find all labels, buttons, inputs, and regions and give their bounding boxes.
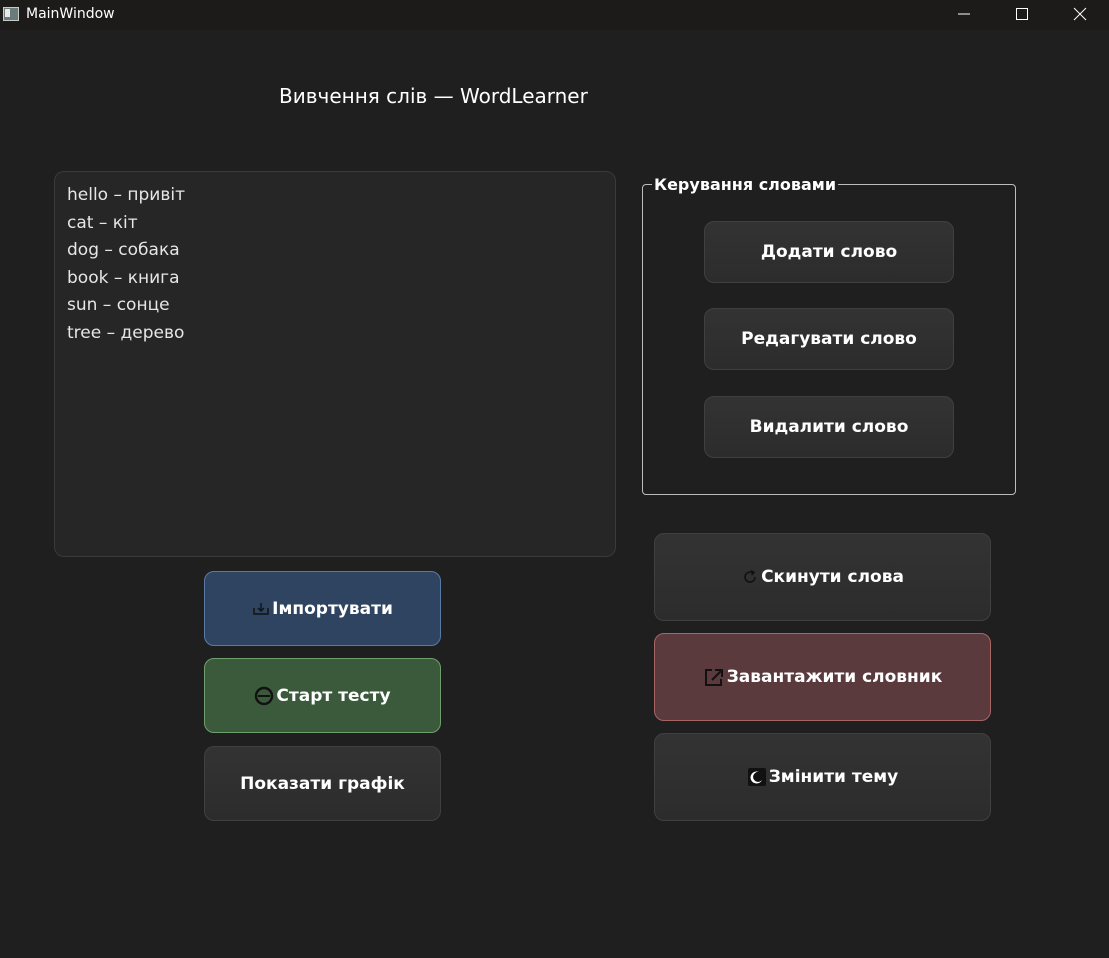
import-label: Імпортувати: [272, 598, 393, 619]
moon-icon: [747, 767, 767, 787]
word-line: hello – привіт: [67, 185, 185, 205]
export-icon: [703, 666, 725, 688]
add-word-button[interactable]: Додати слово: [704, 221, 954, 283]
word-line: sun – сонце: [67, 295, 170, 315]
import-button[interactable]: Імпортувати: [204, 571, 441, 646]
start-test-icon: [254, 686, 274, 706]
word-line: dog – собака: [67, 240, 180, 260]
change-theme-label: Змінити тему: [768, 767, 899, 787]
download-dictionary-button[interactable]: Завантажити словник: [654, 633, 991, 721]
word-line: book – книга: [67, 267, 180, 288]
main-window: MainWindow Вивчення слів — WordLearner h…: [0, 0, 1109, 958]
reset-words-label: Скинути слова: [761, 567, 904, 587]
word-line: tree – дерево: [67, 322, 185, 343]
close-button[interactable]: [1051, 0, 1109, 30]
refresh-icon: [741, 568, 759, 586]
word-line: cat – кіт: [67, 212, 138, 233]
delete-word-button[interactable]: Видалити слово: [704, 396, 954, 458]
change-theme-button[interactable]: Змінити тему: [654, 733, 991, 821]
show-chart-label: Показати графік: [240, 773, 405, 794]
show-chart-button[interactable]: Показати графік: [204, 746, 441, 821]
delete-word-label: Видалити слово: [749, 417, 909, 437]
edit-word-button[interactable]: Редагувати слово: [704, 308, 954, 370]
minimize-button[interactable]: [935, 0, 993, 30]
app-icon: [3, 7, 19, 21]
close-icon: [1073, 7, 1087, 21]
title-bar: MainWindow: [0, 0, 1109, 30]
page-title: Вивчення слів — WordLearner: [279, 84, 588, 108]
maximize-button[interactable]: [993, 0, 1051, 30]
start-test-button[interactable]: Старт тесту: [204, 658, 441, 733]
start-test-label: Старт тесту: [276, 685, 391, 706]
add-word-label: Додати слово: [760, 242, 898, 262]
reset-words-button[interactable]: Скинути слова: [654, 533, 991, 621]
download-dictionary-label: Завантажити словник: [726, 667, 943, 687]
word-list-textbox[interactable]: hello – привіт cat – кіт dog – собака bo…: [54, 171, 616, 557]
import-icon: [252, 601, 270, 617]
edit-word-label: Редагувати слово: [741, 329, 917, 349]
maximize-icon: [1016, 8, 1028, 20]
minimize-icon: [958, 13, 970, 15]
word-management-title: Керування словами: [652, 175, 839, 194]
window-title: MainWindow: [26, 6, 115, 22]
